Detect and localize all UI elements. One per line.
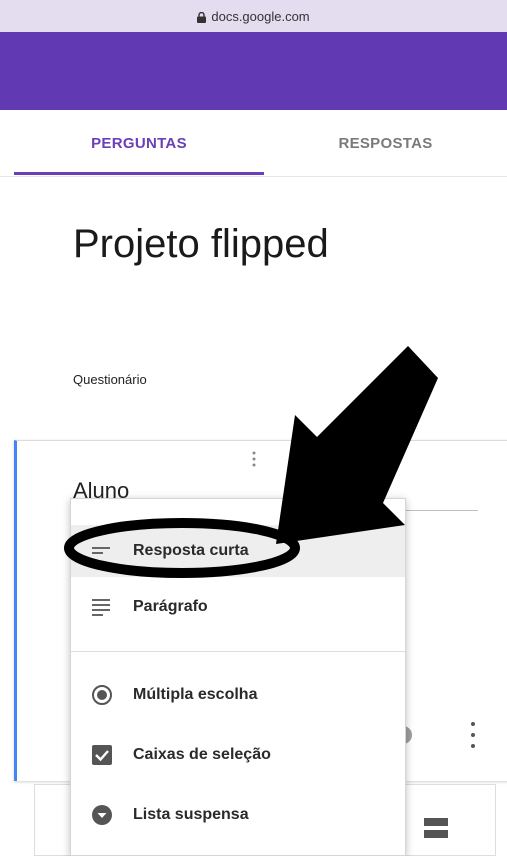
tab-answers[interactable]: RESPOSTAS <box>264 110 507 176</box>
menu-divider <box>71 651 405 652</box>
menu-item-label: Parágrafo <box>133 598 208 615</box>
radio-icon <box>91 684 113 706</box>
browser-url-bar[interactable]: docs.google.com <box>0 0 507 32</box>
drag-handle-icon[interactable] <box>252 450 256 468</box>
menu-item-label: Múltipla escolha <box>133 686 258 703</box>
menu-item-paragraph[interactable]: Parágrafo <box>71 581 405 633</box>
lock-icon <box>197 11 207 23</box>
checkbox-icon <box>91 744 113 766</box>
tab-bar: PERGUNTAS RESPOSTAS <box>0 110 507 177</box>
paragraph-icon <box>91 596 113 618</box>
menu-item-checkboxes[interactable]: Caixas de seleção <box>71 729 405 781</box>
form-title[interactable]: Projeto flipped <box>73 222 329 267</box>
dropdown-icon <box>91 804 113 826</box>
url-text: docs.google.com <box>211 8 310 24</box>
menu-item-label: Resposta curta <box>133 542 249 559</box>
tab-questions[interactable]: PERGUNTAS <box>14 110 264 176</box>
menu-item-dropdown-list[interactable]: Lista suspensa <box>71 789 405 841</box>
short-answer-icon <box>91 540 113 562</box>
menu-item-label: Lista suspensa <box>133 806 249 823</box>
menu-item-multiple-choice[interactable]: Múltipla escolha <box>71 669 405 721</box>
form-header-bar <box>0 32 507 110</box>
form-description[interactable]: Questionário <box>73 372 147 387</box>
menu-item-label: Caixas de seleção <box>133 746 271 763</box>
active-tab-indicator <box>14 172 264 175</box>
add-section-icon[interactable] <box>424 818 448 840</box>
question-type-menu: Resposta curta Parágrafo Múltipla escolh… <box>70 498 406 856</box>
menu-item-short-answer[interactable]: Resposta curta <box>71 525 405 577</box>
more-options-icon[interactable] <box>466 722 480 748</box>
